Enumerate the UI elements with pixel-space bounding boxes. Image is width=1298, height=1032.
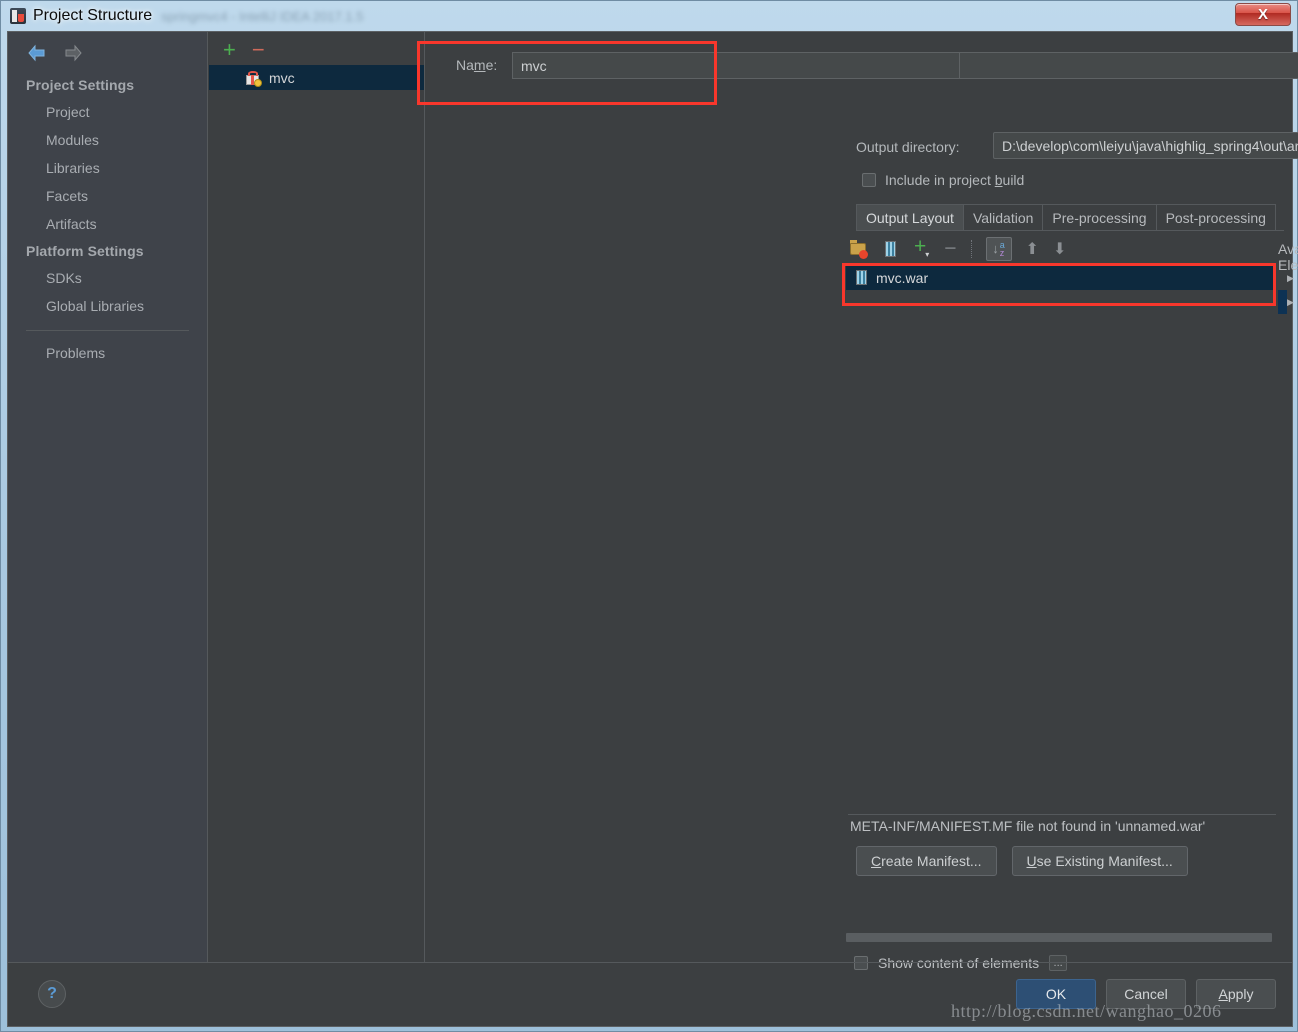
- artifacts-list-panel: + − mvc: [209, 32, 425, 962]
- intellij-idea-icon: [10, 8, 26, 24]
- window-title-suffix: springmvc4 - IntelliJ IDEA 2017.1.5: [161, 8, 364, 24]
- name-type-row: Name: mvc Type: Web Application: Archive…: [440, 46, 1298, 86]
- close-icon: X: [1257, 6, 1268, 23]
- available-tree-item-highlig-spring4[interactable]: ▶ highlig_spring4: [1278, 266, 1294, 290]
- create-manifest-button[interactable]: Create Manifest...: [856, 846, 997, 876]
- horizontal-scrollbar-thumb[interactable]: [846, 933, 1272, 942]
- project-structure-dialog: Project Settings Project Modules Librari…: [7, 31, 1298, 1027]
- help-button[interactable]: ?: [38, 980, 66, 1008]
- available-tree-item-springmvc4[interactable]: ▶ springmvc4: [1278, 290, 1294, 314]
- close-button[interactable]: X: [1235, 3, 1291, 26]
- window-titlebar: Project Structure springmvc4 - IntelliJ …: [1, 1, 1298, 31]
- name-input-extension[interactable]: [960, 52, 1298, 79]
- name-label: Name:: [456, 57, 498, 73]
- sidebar-item-facets[interactable]: Facets: [8, 182, 207, 210]
- artifact-gift-icon: [245, 70, 262, 87]
- include-in-build-row[interactable]: Include in project build: [862, 172, 1024, 188]
- manifest-message: META-INF/MANIFEST.MF file not found in '…: [850, 818, 1206, 834]
- sidebar-divider: [26, 330, 189, 331]
- chevron-right-icon[interactable]: ▶: [1287, 297, 1294, 308]
- artifact-list-item-mvc[interactable]: mvc: [209, 65, 424, 90]
- add-copy-of-icon[interactable]: +: [914, 236, 930, 257]
- create-archive-icon[interactable]: [882, 240, 900, 258]
- artifact-list-item-label: mvc: [269, 69, 295, 86]
- output-tree-item-mvc-war[interactable]: mvc.war: [846, 266, 1276, 290]
- sidebar-item-global-libraries[interactable]: Global Libraries: [8, 292, 207, 320]
- remove-icon[interactable]: −: [944, 238, 956, 259]
- sort-az-icon[interactable]: ↓ az: [985, 237, 1012, 261]
- artifacts-toolbar: + −: [209, 32, 424, 65]
- sidebar-item-artifacts[interactable]: Artifacts: [8, 210, 207, 238]
- archive-icon: [855, 270, 869, 286]
- tabs-underline: [856, 230, 1284, 231]
- tab-post-processing[interactable]: Post-processing: [1155, 204, 1276, 230]
- tab-validation[interactable]: Validation: [962, 204, 1044, 230]
- artifact-tabs: Output Layout Validation Pre-processing …: [856, 204, 1276, 230]
- output-layout-tree[interactable]: mvc.war: [846, 266, 1276, 812]
- sidebar-navigation: [8, 32, 207, 72]
- remove-artifact-button[interactable]: −: [252, 39, 265, 61]
- add-artifact-button[interactable]: +: [223, 39, 236, 61]
- output-directory-input[interactable]: D:\develop\com\leiyu\java\highlig_spring…: [993, 132, 1298, 159]
- include-in-build-label: Include in project build: [885, 172, 1025, 188]
- settings-sidebar: Project Settings Project Modules Librari…: [8, 32, 208, 962]
- window-title: Project Structure: [33, 7, 153, 24]
- sidebar-group-platform-settings: Platform Settings: [26, 243, 144, 259]
- use-existing-manifest-button[interactable]: Use Existing Manifest...: [1011, 846, 1188, 876]
- output-directory-label: Output directory:: [856, 139, 960, 155]
- watermark-url: http://blog.csdn.net/wanghao_0206: [951, 1001, 1222, 1021]
- arrow-left-icon[interactable]: [26, 44, 48, 62]
- arrow-right-icon[interactable]: [62, 44, 84, 62]
- output-layout-toolbar: + − ↓ az ⬆ ⬇: [850, 236, 1066, 261]
- sidebar-group-project-settings: Project Settings: [26, 77, 135, 93]
- move-up-icon[interactable]: ⬆: [1026, 239, 1039, 259]
- sidebar-item-problems[interactable]: Problems: [8, 339, 207, 367]
- artifact-detail-panel: Name: mvc Type: Web Application: Archive…: [426, 32, 1298, 971]
- create-directory-icon[interactable]: [850, 240, 868, 259]
- manifest-buttons: Create Manifest... Use Existing Manifest…: [856, 846, 1188, 876]
- application-window: Project Structure springmvc4 - IntelliJ …: [0, 0, 1298, 1032]
- tab-pre-processing[interactable]: Pre-processing: [1042, 204, 1157, 230]
- available-elements-tree[interactable]: ▶ highlig_spring4 ▶ springmvc4: [1278, 266, 1294, 812]
- sidebar-item-libraries[interactable]: Libraries: [8, 154, 207, 182]
- output-tree-item-label: mvc.war: [876, 270, 929, 286]
- chevron-right-icon[interactable]: ▶: [1287, 273, 1294, 284]
- sidebar-item-modules[interactable]: Modules: [8, 126, 207, 154]
- manifest-divider: [848, 814, 1276, 815]
- move-down-icon[interactable]: ⬇: [1053, 239, 1066, 259]
- toolbar-separator: [970, 240, 972, 258]
- include-in-build-checkbox[interactable]: [862, 173, 876, 187]
- sidebar-item-sdks[interactable]: SDKs: [8, 264, 207, 292]
- sidebar-item-project[interactable]: Project: [8, 98, 207, 126]
- tab-output-layout[interactable]: Output Layout: [856, 204, 964, 230]
- name-input[interactable]: mvc: [512, 52, 960, 79]
